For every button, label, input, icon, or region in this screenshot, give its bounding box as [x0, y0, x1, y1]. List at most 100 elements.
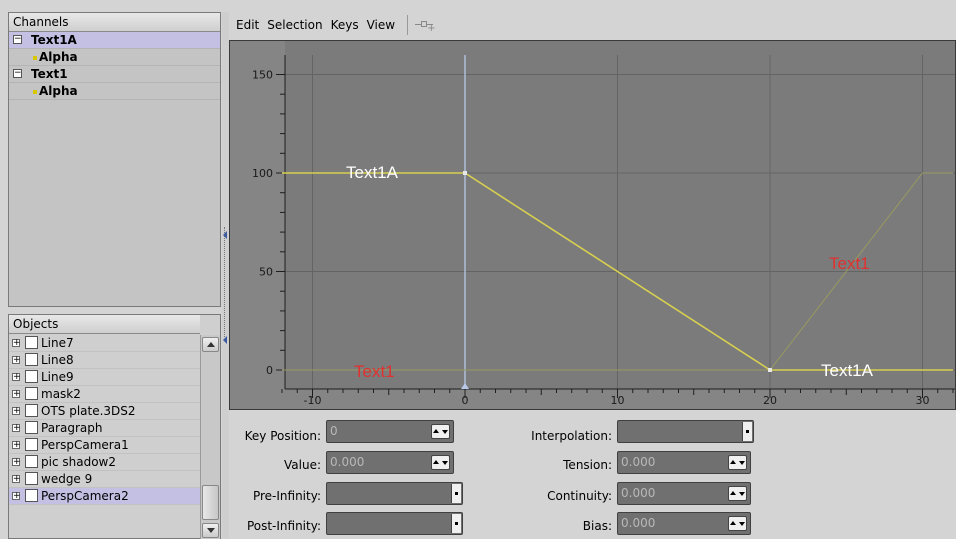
scroll-thumb[interactable]	[202, 485, 219, 520]
objects-panel: Objects + Line7 + Line8 + Line9 + mask2 + OTS pla…	[8, 314, 221, 539]
graph-canvas[interactable]: 150 100 50 0 -10 0 10 20 30 Text1A Text1A Text1 Text…	[230, 41, 955, 409]
channels-panel: Channels − Text1A Alpha − Text1 Alpha	[8, 12, 221, 307]
value-field[interactable]: 0.000	[326, 451, 454, 474]
panel-splitter[interactable]	[222, 12, 229, 539]
object-checkbox[interactable]	[25, 421, 38, 434]
expand-icon[interactable]: +	[12, 356, 21, 365]
object-list-item[interactable]: + PerspCamera1	[9, 437, 200, 454]
object-list-item[interactable]: + Line8	[9, 352, 200, 369]
channel-row[interactable]: Alpha	[9, 83, 220, 100]
object-list-item[interactable]: + Line9	[9, 369, 200, 386]
dropdown-arrow-icon[interactable]	[742, 422, 752, 441]
expand-icon[interactable]: +	[12, 441, 21, 450]
collapse-icon[interactable]: −	[13, 35, 22, 44]
channel-label: Text1	[31, 67, 68, 81]
bias-value: 0.000	[621, 516, 656, 530]
object-label: PerspCamera2	[41, 489, 129, 503]
dropdown-arrow-icon[interactable]	[451, 484, 461, 503]
channels-header: Channels	[9, 13, 220, 32]
object-list-item[interactable]: + PerspCamera2	[9, 488, 200, 505]
object-checkbox[interactable]	[25, 438, 38, 451]
expand-icon[interactable]: +	[12, 390, 21, 399]
key-position-field[interactable]: 0	[326, 420, 454, 443]
channel-object-row[interactable]: − Text1	[9, 66, 220, 83]
value-spinner[interactable]	[431, 455, 450, 470]
tension-field[interactable]: 0.000	[617, 451, 751, 474]
scroll-down-button[interactable]	[202, 523, 219, 538]
expand-icon[interactable]: +	[12, 407, 21, 416]
y-tick-label: 0	[266, 364, 273, 377]
object-list-item[interactable]: + wedge 9	[9, 471, 200, 488]
key-position-label: Key Position:	[244, 429, 321, 443]
curve-label-text1: Text1	[829, 254, 870, 273]
object-checkbox[interactable]	[25, 404, 38, 417]
collapse-arrow-icon[interactable]	[223, 336, 227, 344]
tension-label: Tension:	[563, 458, 612, 472]
collapse-arrow-icon[interactable]	[223, 231, 227, 239]
x-tick-label: 10	[611, 394, 625, 407]
scroll-up-button[interactable]	[202, 337, 219, 352]
expand-icon[interactable]: +	[12, 373, 21, 382]
function-curve-graph[interactable]: 150 100 50 0 -10 0 10 20 30 Text1A Text1A Text1 Text…	[229, 40, 956, 410]
objects-scrollbar[interactable]	[200, 335, 220, 539]
object-checkbox[interactable]	[25, 370, 38, 383]
object-checkbox[interactable]	[25, 455, 38, 468]
x-tick-label: -10	[304, 394, 322, 407]
object-checkbox[interactable]	[25, 472, 38, 485]
continuity-spinner[interactable]	[728, 486, 747, 501]
object-list-item[interactable]: + pic shadow2	[9, 454, 200, 471]
graph-editor-window: Channels − Text1A Alpha − Text1 Alpha Objects…	[0, 0, 956, 539]
dropdown-arrow-icon[interactable]	[451, 514, 461, 533]
keyframe-point[interactable]	[463, 171, 467, 175]
continuity-value: 0.000	[621, 486, 656, 500]
menu-edit[interactable]: Edit	[236, 18, 259, 32]
expand-icon[interactable]: +	[12, 339, 21, 348]
object-list-item[interactable]: + Paragraph	[9, 420, 200, 437]
object-checkbox[interactable]	[25, 489, 38, 502]
continuity-field[interactable]: 0.000	[617, 482, 751, 505]
channel-row[interactable]: Alpha	[9, 49, 220, 66]
object-checkbox[interactable]	[25, 387, 38, 400]
graph-background	[230, 41, 955, 409]
channel-object-row[interactable]: − Text1A	[9, 32, 220, 49]
object-label: wedge 9	[41, 472, 93, 486]
channel-label: Alpha	[39, 84, 78, 98]
x-tick-label: 20	[763, 394, 777, 407]
menu-view[interactable]: View	[367, 18, 395, 32]
object-label: Line8	[41, 353, 74, 367]
pre-infinity-dropdown[interactable]	[326, 482, 463, 505]
interpolation-dropdown[interactable]	[617, 420, 754, 443]
object-checkbox[interactable]	[25, 336, 38, 349]
interpolation-label: Interpolation:	[531, 429, 612, 443]
expand-icon[interactable]: +	[12, 424, 21, 433]
key-position-spinner[interactable]	[431, 424, 450, 439]
continuity-label: Continuity:	[547, 489, 612, 503]
object-list-item[interactable]: + OTS plate.3DS2	[9, 403, 200, 420]
object-label: Line9	[41, 370, 74, 384]
menu-separator	[407, 15, 409, 35]
object-list-item[interactable]: + Line7	[9, 335, 200, 352]
keyframe-point[interactable]	[768, 368, 772, 372]
channel-label: Alpha	[39, 50, 78, 64]
splitter-grip[interactable]	[224, 227, 227, 337]
object-checkbox[interactable]	[25, 353, 38, 366]
post-infinity-dropdown[interactable]	[326, 512, 463, 535]
expand-icon[interactable]: +	[12, 492, 21, 501]
key-tool-icon[interactable]: +	[414, 17, 435, 34]
objects-list: + Line7 + Line8 + Line9 + mask2 + OTS plate.3DS2 +…	[9, 335, 200, 505]
bias-spinner[interactable]	[728, 516, 747, 531]
menu-selection[interactable]: Selection	[267, 18, 322, 32]
y-axis-gutter	[230, 41, 285, 409]
bias-label: Bias:	[582, 519, 612, 533]
tension-value: 0.000	[621, 455, 656, 469]
expand-icon[interactable]: +	[12, 475, 21, 484]
tension-spinner[interactable]	[728, 455, 747, 470]
expand-icon[interactable]: +	[12, 458, 21, 467]
curve-label-text1: Text1	[354, 362, 395, 381]
object-list-item[interactable]: + mask2	[9, 386, 200, 403]
bias-field[interactable]: 0.000	[617, 512, 751, 535]
key-properties-panel: Key Position: 0 Value: 0.000 Pre-Infinit…	[229, 412, 956, 539]
object-label: Paragraph	[41, 421, 103, 435]
collapse-icon[interactable]: −	[13, 69, 22, 78]
menu-keys[interactable]: Keys	[331, 18, 359, 32]
